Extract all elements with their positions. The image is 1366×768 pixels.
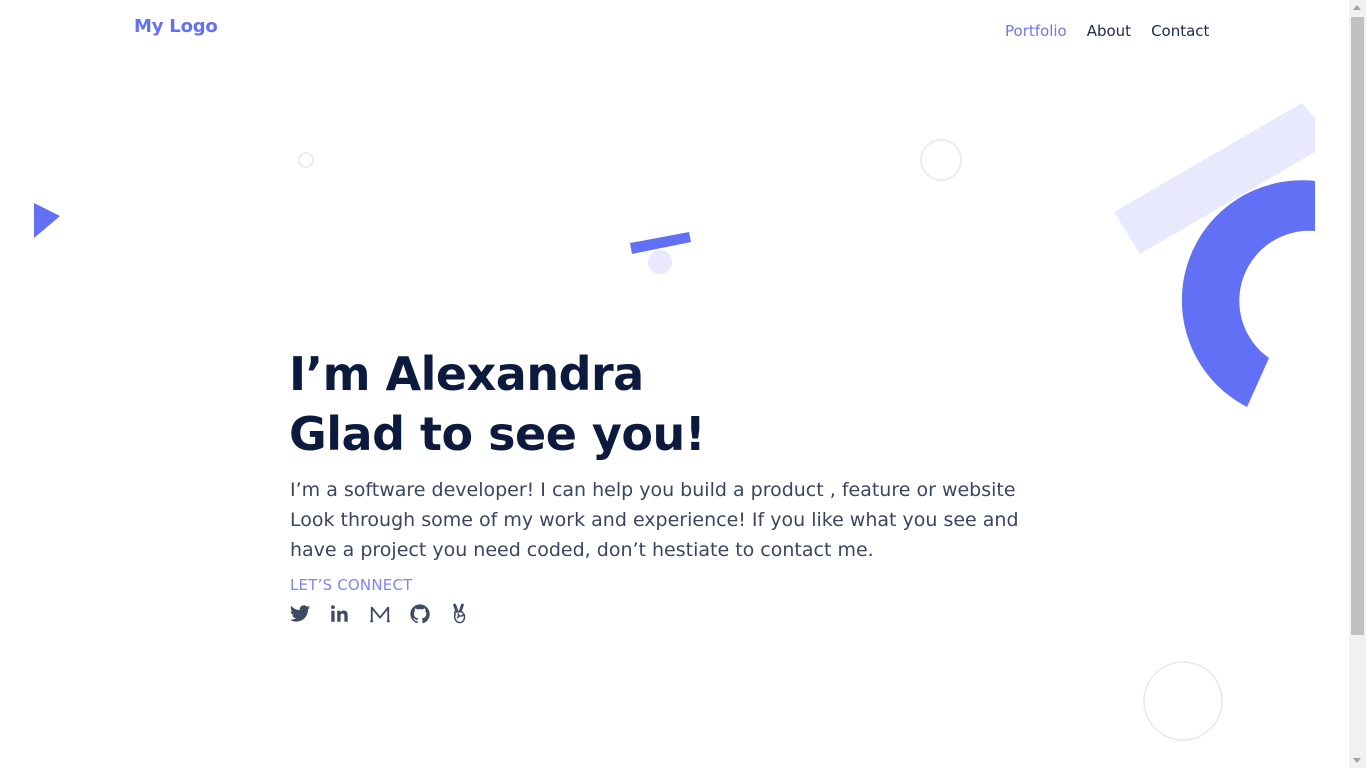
- nav-link-about[interactable]: About: [1087, 22, 1131, 40]
- linkedin-icon: [331, 605, 348, 622]
- scroll-up-arrow-icon[interactable]: [1353, 5, 1361, 10]
- connect-label: LET’S CONNECT: [290, 576, 413, 594]
- arc-shape: [1181, 180, 1315, 407]
- angellist-link[interactable]: [448, 602, 472, 626]
- linkedin-link[interactable]: [328, 602, 352, 626]
- github-icon: [410, 604, 430, 624]
- circle-outline-bottom: [1143, 661, 1223, 741]
- github-link[interactable]: [408, 602, 432, 626]
- nav-link-portfolio[interactable]: Portfolio: [1005, 22, 1067, 40]
- twitter-icon: [289, 605, 311, 622]
- main-nav: Portfolio About Contact: [1005, 22, 1209, 40]
- site-logo[interactable]: My Logo: [134, 16, 218, 37]
- page: My Logo Portfolio About Contact I’m Alex…: [0, 0, 1366, 768]
- hero-intro: I’m a software developer! I can help you…: [290, 475, 1050, 565]
- medium-link[interactable]: [368, 602, 392, 626]
- circle-outline-top: [920, 139, 962, 181]
- angellist-icon: [453, 603, 466, 624]
- medium-icon: [370, 606, 390, 623]
- scrollbar-thumb[interactable]: [1351, 17, 1364, 635]
- hero-intro-line-1: I’m a software developer! I can help you…: [290, 479, 1016, 501]
- hero-intro-line-3: have a project you need coded, don’t hes…: [290, 539, 874, 561]
- nav-link-contact[interactable]: Contact: [1151, 22, 1209, 40]
- social-links: [288, 602, 472, 626]
- small-circle-outline: [298, 152, 314, 168]
- twitter-link[interactable]: [288, 602, 312, 626]
- bar-shape: [630, 232, 691, 254]
- small-filled-circle: [648, 250, 672, 274]
- hero-heading-line-2: Glad to see you!: [289, 407, 706, 461]
- wedge-shape: [34, 203, 60, 238]
- light-band-shape: [1114, 103, 1315, 254]
- hero-heading-line-1: I’m Alexandra: [289, 347, 644, 401]
- scroll-down-arrow-icon[interactable]: [1353, 758, 1361, 763]
- hero-intro-line-2: Look through some of my work and experie…: [290, 509, 1019, 531]
- vertical-scrollbar[interactable]: [1349, 0, 1366, 768]
- hero-heading: I’m Alexandra Glad to see you!: [289, 344, 706, 464]
